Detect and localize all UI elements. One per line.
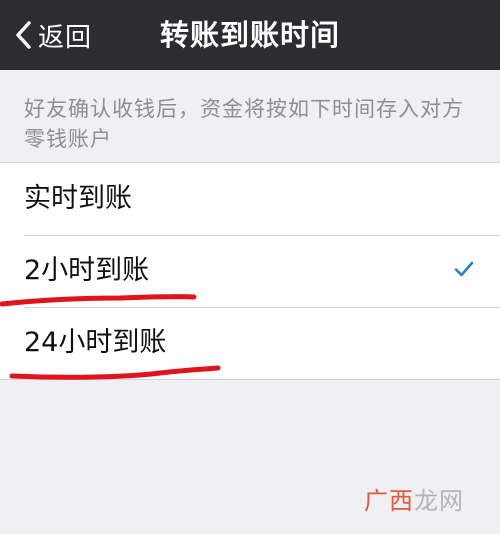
- option-24-hours[interactable]: 24小时到账: [0, 307, 500, 379]
- chevron-left-icon: [16, 21, 31, 49]
- description-text: 好友确认收钱后，资金将按如下时间存入对方零钱账户: [24, 97, 464, 151]
- option-list: 实时到账 2小时到账 24小时到账: [0, 162, 500, 380]
- back-label: 返回: [38, 22, 93, 53]
- nav-bar: 返回 转账到账时间: [0, 0, 500, 70]
- option-2-hours[interactable]: 2小时到账: [0, 235, 500, 307]
- watermark: 广西龙网: [364, 481, 464, 516]
- back-button[interactable]: 返回: [14, 0, 92, 70]
- option-label: 2小时到账: [24, 255, 150, 286]
- checkmark-icon: [454, 261, 474, 277]
- option-label: 实时到账: [24, 183, 132, 214]
- option-realtime[interactable]: 实时到账: [0, 163, 500, 235]
- option-label: 24小时到账: [24, 327, 167, 358]
- watermark-part-a: 广西: [364, 487, 414, 515]
- watermark-part-b: 龙网: [414, 487, 464, 515]
